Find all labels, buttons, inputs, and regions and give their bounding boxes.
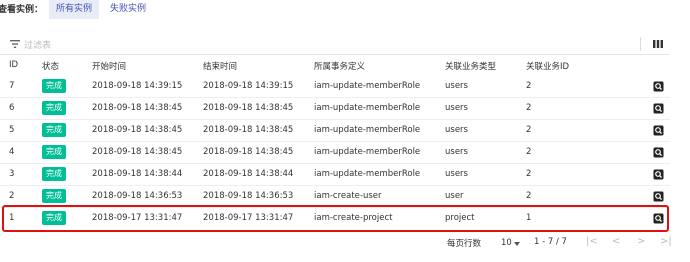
header-definition[interactable]: 所属事务定义 xyxy=(314,60,365,72)
next-page-button[interactable]: > xyxy=(637,236,645,247)
cell-definition: iam-update-memberRole xyxy=(314,169,421,179)
cell-end-time: 2018-09-18 14:38:44 xyxy=(203,169,294,179)
table-row[interactable]: 2 完成 2018-09-18 14:36:53 2018-09-18 14:3… xyxy=(0,186,670,208)
cell-definition: iam-create-user xyxy=(314,191,382,201)
view-detail-icon[interactable] xyxy=(653,213,664,224)
status-badge: 完成 xyxy=(42,101,66,115)
filter-table-input[interactable]: 过滤表 xyxy=(24,38,51,51)
header-status[interactable]: 状态 xyxy=(42,60,59,72)
view-detail-icon[interactable] xyxy=(653,147,664,158)
cell-biz-type: users xyxy=(445,103,468,113)
cell-biz-id: 2 xyxy=(526,191,532,201)
table-toolbar: 过滤表 xyxy=(0,34,670,55)
page-range: 1 - 7 / 7 xyxy=(534,237,567,247)
status-badge: 完成 xyxy=(42,211,66,225)
cell-start-time: 2018-09-18 14:38:45 xyxy=(92,125,183,135)
cell-id: 7 xyxy=(9,81,15,91)
cell-id: 1 xyxy=(9,213,15,223)
cell-biz-type: users xyxy=(445,169,468,179)
table-row[interactable]: 1 完成 2018-09-17 13:31:47 2018-09-17 13:3… xyxy=(0,208,670,230)
cell-definition: iam-create-project xyxy=(314,213,393,223)
pagination: 每页行数 10 1 - 7 / 7 |< < > >| xyxy=(0,236,690,252)
cell-start-time: 2018-09-18 14:38:44 xyxy=(92,169,183,179)
cell-biz-id: 2 xyxy=(526,147,532,157)
view-detail-icon[interactable] xyxy=(653,103,664,114)
cell-start-time: 2018-09-17 13:31:47 xyxy=(92,213,183,223)
header-biz-id[interactable]: 关联业务ID xyxy=(526,60,569,72)
status-badge: 完成 xyxy=(42,79,66,93)
table-row[interactable]: 7 完成 2018-09-18 14:39:15 2018-09-18 14:3… xyxy=(0,76,670,98)
cell-definition: iam-update-memberRole xyxy=(314,125,421,135)
cell-start-time: 2018-09-18 14:39:15 xyxy=(92,81,183,91)
cell-start-time: 2018-09-18 14:38:45 xyxy=(92,147,183,157)
status-badge: 完成 xyxy=(42,123,66,137)
cell-id: 4 xyxy=(9,147,15,157)
cell-definition: iam-update-memberRole xyxy=(314,147,421,157)
status-badge: 完成 xyxy=(42,189,66,203)
cell-biz-type: users xyxy=(445,147,468,157)
cell-biz-id: 2 xyxy=(526,169,532,179)
cell-end-time: 2018-09-18 14:38:45 xyxy=(203,125,294,135)
first-page-button[interactable]: |< xyxy=(586,236,598,247)
cell-biz-type: users xyxy=(445,81,468,91)
header-id[interactable]: ID xyxy=(9,60,18,70)
cell-end-time: 2018-09-18 14:38:45 xyxy=(203,147,294,157)
tab-failed-instances[interactable]: 失败实例 xyxy=(103,0,153,19)
cell-id: 5 xyxy=(9,125,15,135)
table-row[interactable]: 6 完成 2018-09-18 14:38:45 2018-09-18 14:3… xyxy=(0,98,670,120)
cell-id: 2 xyxy=(9,191,15,201)
cell-biz-id: 2 xyxy=(526,125,532,135)
status-badge: 完成 xyxy=(42,167,66,181)
cell-definition: iam-update-memberRole xyxy=(314,103,421,113)
view-detail-icon[interactable] xyxy=(653,191,664,202)
cell-id: 3 xyxy=(9,169,15,179)
rows-per-page-label: 每页行数 xyxy=(447,239,482,249)
status-badge: 完成 xyxy=(42,145,66,159)
cell-start-time: 2018-09-18 14:36:53 xyxy=(92,191,183,201)
table-row[interactable]: 5 完成 2018-09-18 14:38:45 2018-09-18 14:3… xyxy=(0,120,670,142)
cell-end-time: 2018-09-18 14:39:15 xyxy=(203,81,294,91)
table-header: ID 状态 开始时间 结束时间 所属事务定义 关联业务类型 关联业务ID xyxy=(0,58,670,74)
table-row[interactable]: 4 完成 2018-09-18 14:38:45 2018-09-18 14:3… xyxy=(0,142,670,164)
cell-definition: iam-update-memberRole xyxy=(314,81,421,91)
cell-biz-id: 2 xyxy=(526,81,532,91)
cell-start-time: 2018-09-18 14:38:45 xyxy=(92,103,183,113)
rows-per-page-select[interactable]: 10 xyxy=(501,238,512,248)
toolbar-divider xyxy=(640,37,641,51)
cell-biz-id: 2 xyxy=(526,103,532,113)
view-detail-icon[interactable] xyxy=(653,81,664,92)
view-instances-label: 查看实例： xyxy=(0,5,44,15)
view-detail-icon[interactable] xyxy=(653,169,664,180)
cell-biz-type: users xyxy=(445,125,468,135)
columns-icon[interactable] xyxy=(653,40,663,48)
filter-icon[interactable] xyxy=(10,40,20,48)
header-start-time[interactable]: 开始时间 xyxy=(92,60,126,72)
header-end-time[interactable]: 结束时间 xyxy=(203,60,237,72)
tab-all-instances[interactable]: 所有实例 xyxy=(49,0,100,19)
cell-biz-type: project xyxy=(445,213,475,223)
cell-end-time: 2018-09-18 14:38:45 xyxy=(203,103,294,113)
prev-page-button[interactable]: < xyxy=(612,236,620,247)
header-biz-type[interactable]: 关联业务类型 xyxy=(445,60,496,72)
cell-id: 6 xyxy=(9,103,15,113)
cell-biz-id: 1 xyxy=(526,213,532,223)
view-detail-icon[interactable] xyxy=(653,125,664,136)
cell-end-time: 2018-09-18 14:36:53 xyxy=(203,191,294,201)
cell-end-time: 2018-09-17 13:31:47 xyxy=(203,213,294,223)
cell-biz-type: user xyxy=(445,191,464,201)
chevron-down-icon[interactable] xyxy=(514,242,520,246)
last-page-button[interactable]: >| xyxy=(660,236,672,247)
instance-filter-bar: 查看实例： 所有实例 失败实例 xyxy=(0,0,690,22)
table-row[interactable]: 3 完成 2018-09-18 14:38:44 2018-09-18 14:3… xyxy=(0,164,670,186)
